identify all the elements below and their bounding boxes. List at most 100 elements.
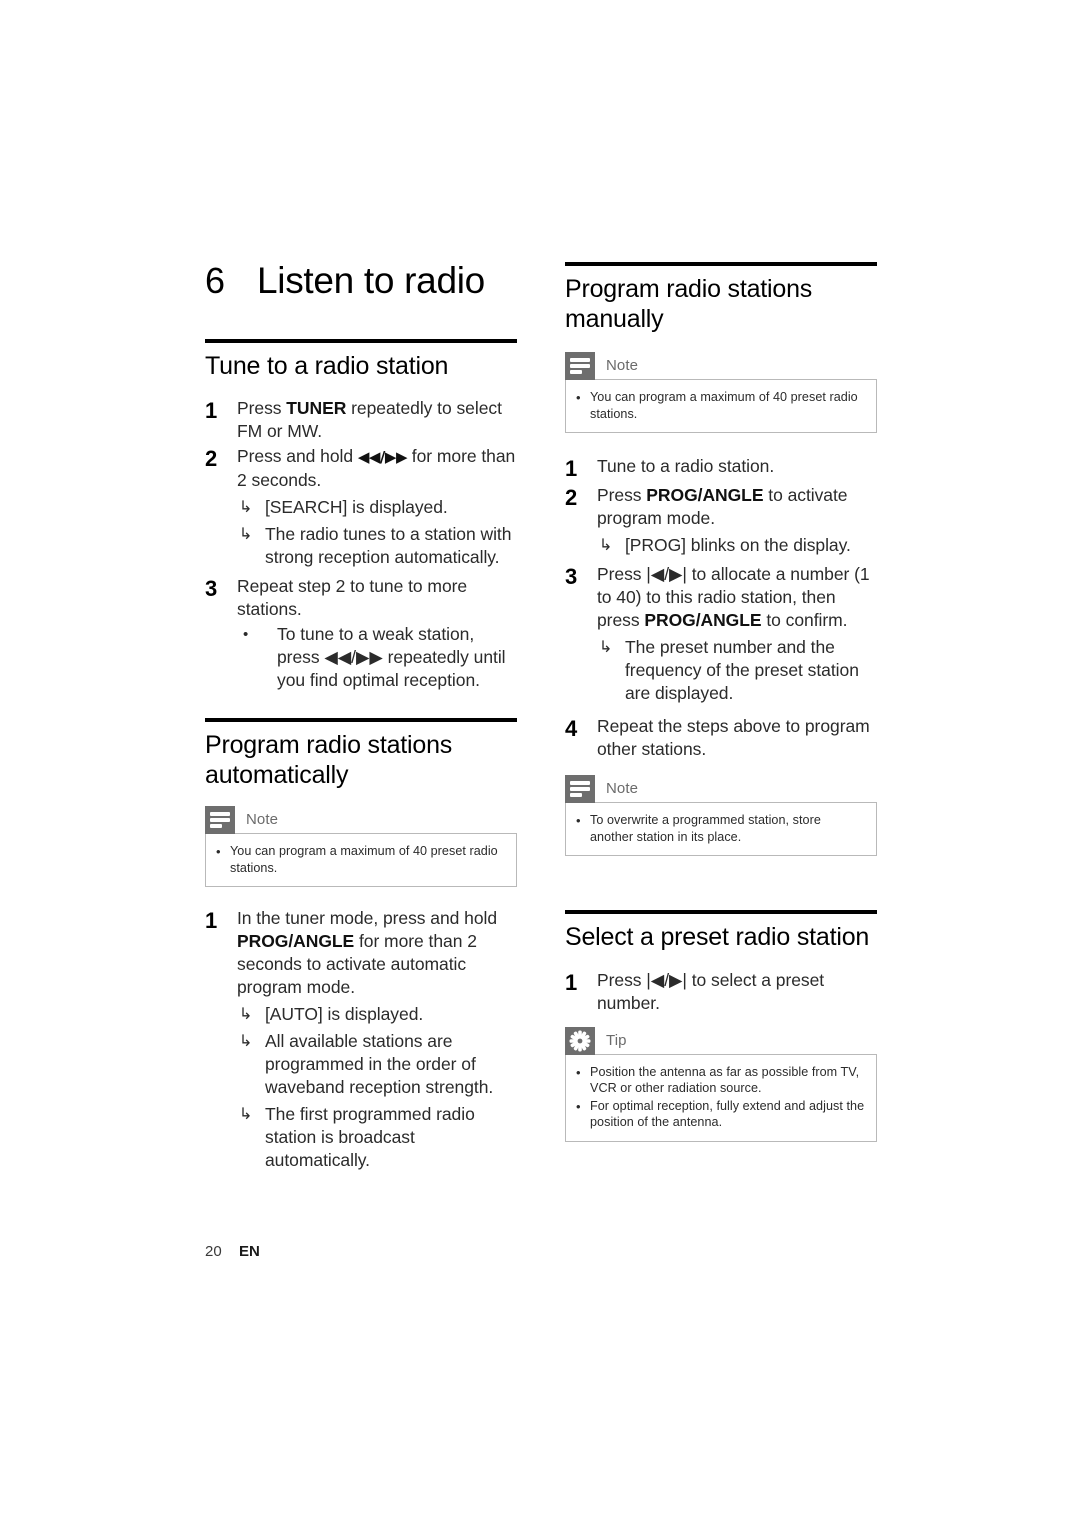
step-text-before: Press and hold <box>237 446 358 467</box>
footer-language-code: EN <box>239 1243 260 1260</box>
step-text: Repeat the steps above to program other … <box>597 716 870 759</box>
tip-list: • Position the antenna as far as possibl… <box>576 1064 866 1131</box>
step-number: 1 <box>205 398 218 424</box>
result-arrow-icon: ↳ <box>239 499 253 517</box>
result-arrow-icon: ↳ <box>239 1033 253 1051</box>
chapter-heading: 6 Listen to radio <box>205 260 517 301</box>
result-item: ↳ [SEARCH] is displayed. <box>237 496 517 519</box>
section-rule <box>205 338 517 343</box>
step-number: 1 <box>565 456 578 481</box>
step-text-bold: PROG/ANGLE <box>646 485 764 505</box>
step-item: 2 Press PROG/ANGLE to activate program m… <box>565 484 877 561</box>
page-footer: 20 EN <box>205 1243 260 1260</box>
step-number: 1 <box>565 969 578 995</box>
step-item: 4 Repeat the steps above to program othe… <box>565 715 877 761</box>
step-text: Repeat step 2 to tune to more stations. <box>237 576 468 620</box>
result-text: [PROG] blinks on the display. <box>625 535 851 555</box>
step-body: Repeat the steps above to program other … <box>597 715 877 761</box>
tip-text: For optimal reception, fully extend and … <box>590 1098 865 1130</box>
step-text-bold: TUNER <box>286 398 347 419</box>
step-body: Press |◀/▶| to allocate a number (1 to 4… <box>597 563 877 709</box>
chapter-title: Listen to radio <box>257 260 485 301</box>
steps-auto: 1 In the tuner mode, press and hold PROG… <box>205 907 517 1176</box>
section-rule <box>565 910 877 914</box>
tip-list-item: • For optimal reception, fully extend an… <box>576 1098 866 1131</box>
step-item: 2 Press and hold ◀◀/▶▶ for more than 2 s… <box>205 445 517 573</box>
result-text: [SEARCH] is displayed. <box>265 497 448 518</box>
tip-list-item: • Position the antenna as far as possibl… <box>576 1064 866 1097</box>
note-list: • To overwrite a programmed station, sto… <box>576 812 866 845</box>
left-column: 6 Listen to radio Tune to a radio statio… <box>205 260 517 1178</box>
step-text-before: In the tuner mode, press and hold <box>237 908 498 929</box>
subbullet-text: To tune to a weak station, press ◀◀/▶▶ r… <box>277 624 506 691</box>
result-arrow-icon: ↳ <box>599 639 613 656</box>
result-item: ↳ [AUTO] is displayed. <box>237 1003 517 1026</box>
result-text: All available stations are programmed in… <box>265 1031 494 1098</box>
note-callout-box: • You can program a maximum of 40 preset… <box>205 833 517 888</box>
step-text: Press |◀/▶| to allocate a number (1 to 4… <box>597 563 877 632</box>
step-item: 1 Press TUNER repeatedly to select FM or… <box>205 397 517 443</box>
tip-callout-box: • Position the antenna as far as possibl… <box>565 1053 877 1142</box>
step-body: Press and hold ◀◀/▶▶ for more than 2 sec… <box>237 445 517 573</box>
note-icon <box>565 775 595 803</box>
tip-callout: Tip • Position the antenna as far as pos… <box>565 1026 877 1142</box>
step-text-bold: PROG/ANGLE <box>644 610 762 630</box>
step-body: Tune to a radio station. <box>597 455 877 478</box>
bullet-icon: • <box>576 813 581 828</box>
result-item: ↳ [PROG] blinks on the display. <box>597 534 877 557</box>
step-item: 1 Tune to a radio station. <box>565 455 877 482</box>
step-item: 1 Press |◀/▶| to select a preset number. <box>565 969 877 1015</box>
step-results: ↳ The preset number and the frequency of… <box>597 636 877 705</box>
step-subbullets: • To tune to a weak station, press ◀◀/▶▶… <box>237 623 517 692</box>
note-list-item: • To overwrite a programmed station, sto… <box>576 812 866 845</box>
note-text: You can program a maximum of 40 preset r… <box>230 844 498 875</box>
note-list-item: • You can program a maximum of 40 preset… <box>216 843 506 876</box>
section-heading: Program radio stations automatically <box>205 731 453 789</box>
result-text: The preset number and the frequency of t… <box>625 637 859 703</box>
subbullet-item: • To tune to a weak station, press ◀◀/▶▶… <box>237 623 517 692</box>
bullet-icon: • <box>576 1098 581 1114</box>
result-text: The first programmed radio station is br… <box>265 1104 475 1171</box>
step-text: Press TUNER repeatedly to select FM or M… <box>237 397 517 443</box>
step-number: 3 <box>205 576 218 602</box>
note-callout-header: Note <box>205 806 517 835</box>
note-text: You can program a maximum of 40 preset r… <box>590 390 858 421</box>
step-text: Press |◀/▶| to select a preset number. <box>597 969 825 1013</box>
note-callout-label: Note <box>606 357 639 374</box>
tip-callout-header: Tip <box>565 1026 877 1055</box>
steps-manual: 1 Tune to a radio station. 2 Press PROG/… <box>565 455 877 761</box>
step-text-bold: PROG/ANGLE <box>237 931 355 952</box>
step-item: 3 Press |◀/▶| to allocate a number (1 to… <box>565 563 877 709</box>
result-text: The radio tunes to a station with strong… <box>265 524 512 568</box>
note-callout: Note • To overwrite a programmed station… <box>565 775 877 856</box>
step-body: In the tuner mode, press and hold PROG/A… <box>237 907 517 1176</box>
note-icon <box>205 806 235 835</box>
tip-callout-label: Tip <box>606 1031 627 1049</box>
note-list: • You can program a maximum of 40 preset… <box>576 389 866 422</box>
note-callout-box: • To overwrite a programmed station, sto… <box>565 802 877 856</box>
result-text: [AUTO] is displayed. <box>265 1004 424 1025</box>
step-number: 2 <box>565 485 578 510</box>
result-item: ↳ The preset number and the frequency of… <box>597 636 877 705</box>
section-program-automatically: Program radio stations automatically <box>205 718 517 790</box>
tip-text: Position the antenna as far as possible … <box>590 1064 860 1096</box>
bullet-icon: • <box>576 390 581 405</box>
note-callout-label: Note <box>606 780 639 797</box>
result-arrow-icon: ↳ <box>239 1006 253 1024</box>
bullet-icon: • <box>243 626 249 644</box>
step-body: Repeat step 2 to tune to more stations. … <box>237 575 517 692</box>
step-text: Press PROG/ANGLE to activate program mod… <box>597 484 877 530</box>
note-text: To overwrite a programmed station, store… <box>590 813 821 844</box>
section-tune-to-a-radio-station: Tune to a radio station <box>205 338 517 382</box>
note-callout-box: • You can program a maximum of 40 preset… <box>565 379 877 433</box>
section-heading: Program radio stations manually <box>565 275 813 333</box>
section-heading: Select a preset radio station <box>565 923 870 951</box>
result-item: ↳ All available stations are programmed … <box>237 1030 517 1099</box>
note-callout-header: Note <box>565 352 877 380</box>
footer-page-number: 20 <box>205 1243 222 1260</box>
section-program-manually: Program radio stations manually <box>565 262 877 334</box>
step-text: In the tuner mode, press and hold PROG/A… <box>237 907 517 999</box>
step-results: ↳ [SEARCH] is displayed. ↳ The radio tun… <box>237 496 517 569</box>
note-callout-label: Note <box>246 811 279 829</box>
step-item: 3 Repeat step 2 to tune to more stations… <box>205 575 517 692</box>
